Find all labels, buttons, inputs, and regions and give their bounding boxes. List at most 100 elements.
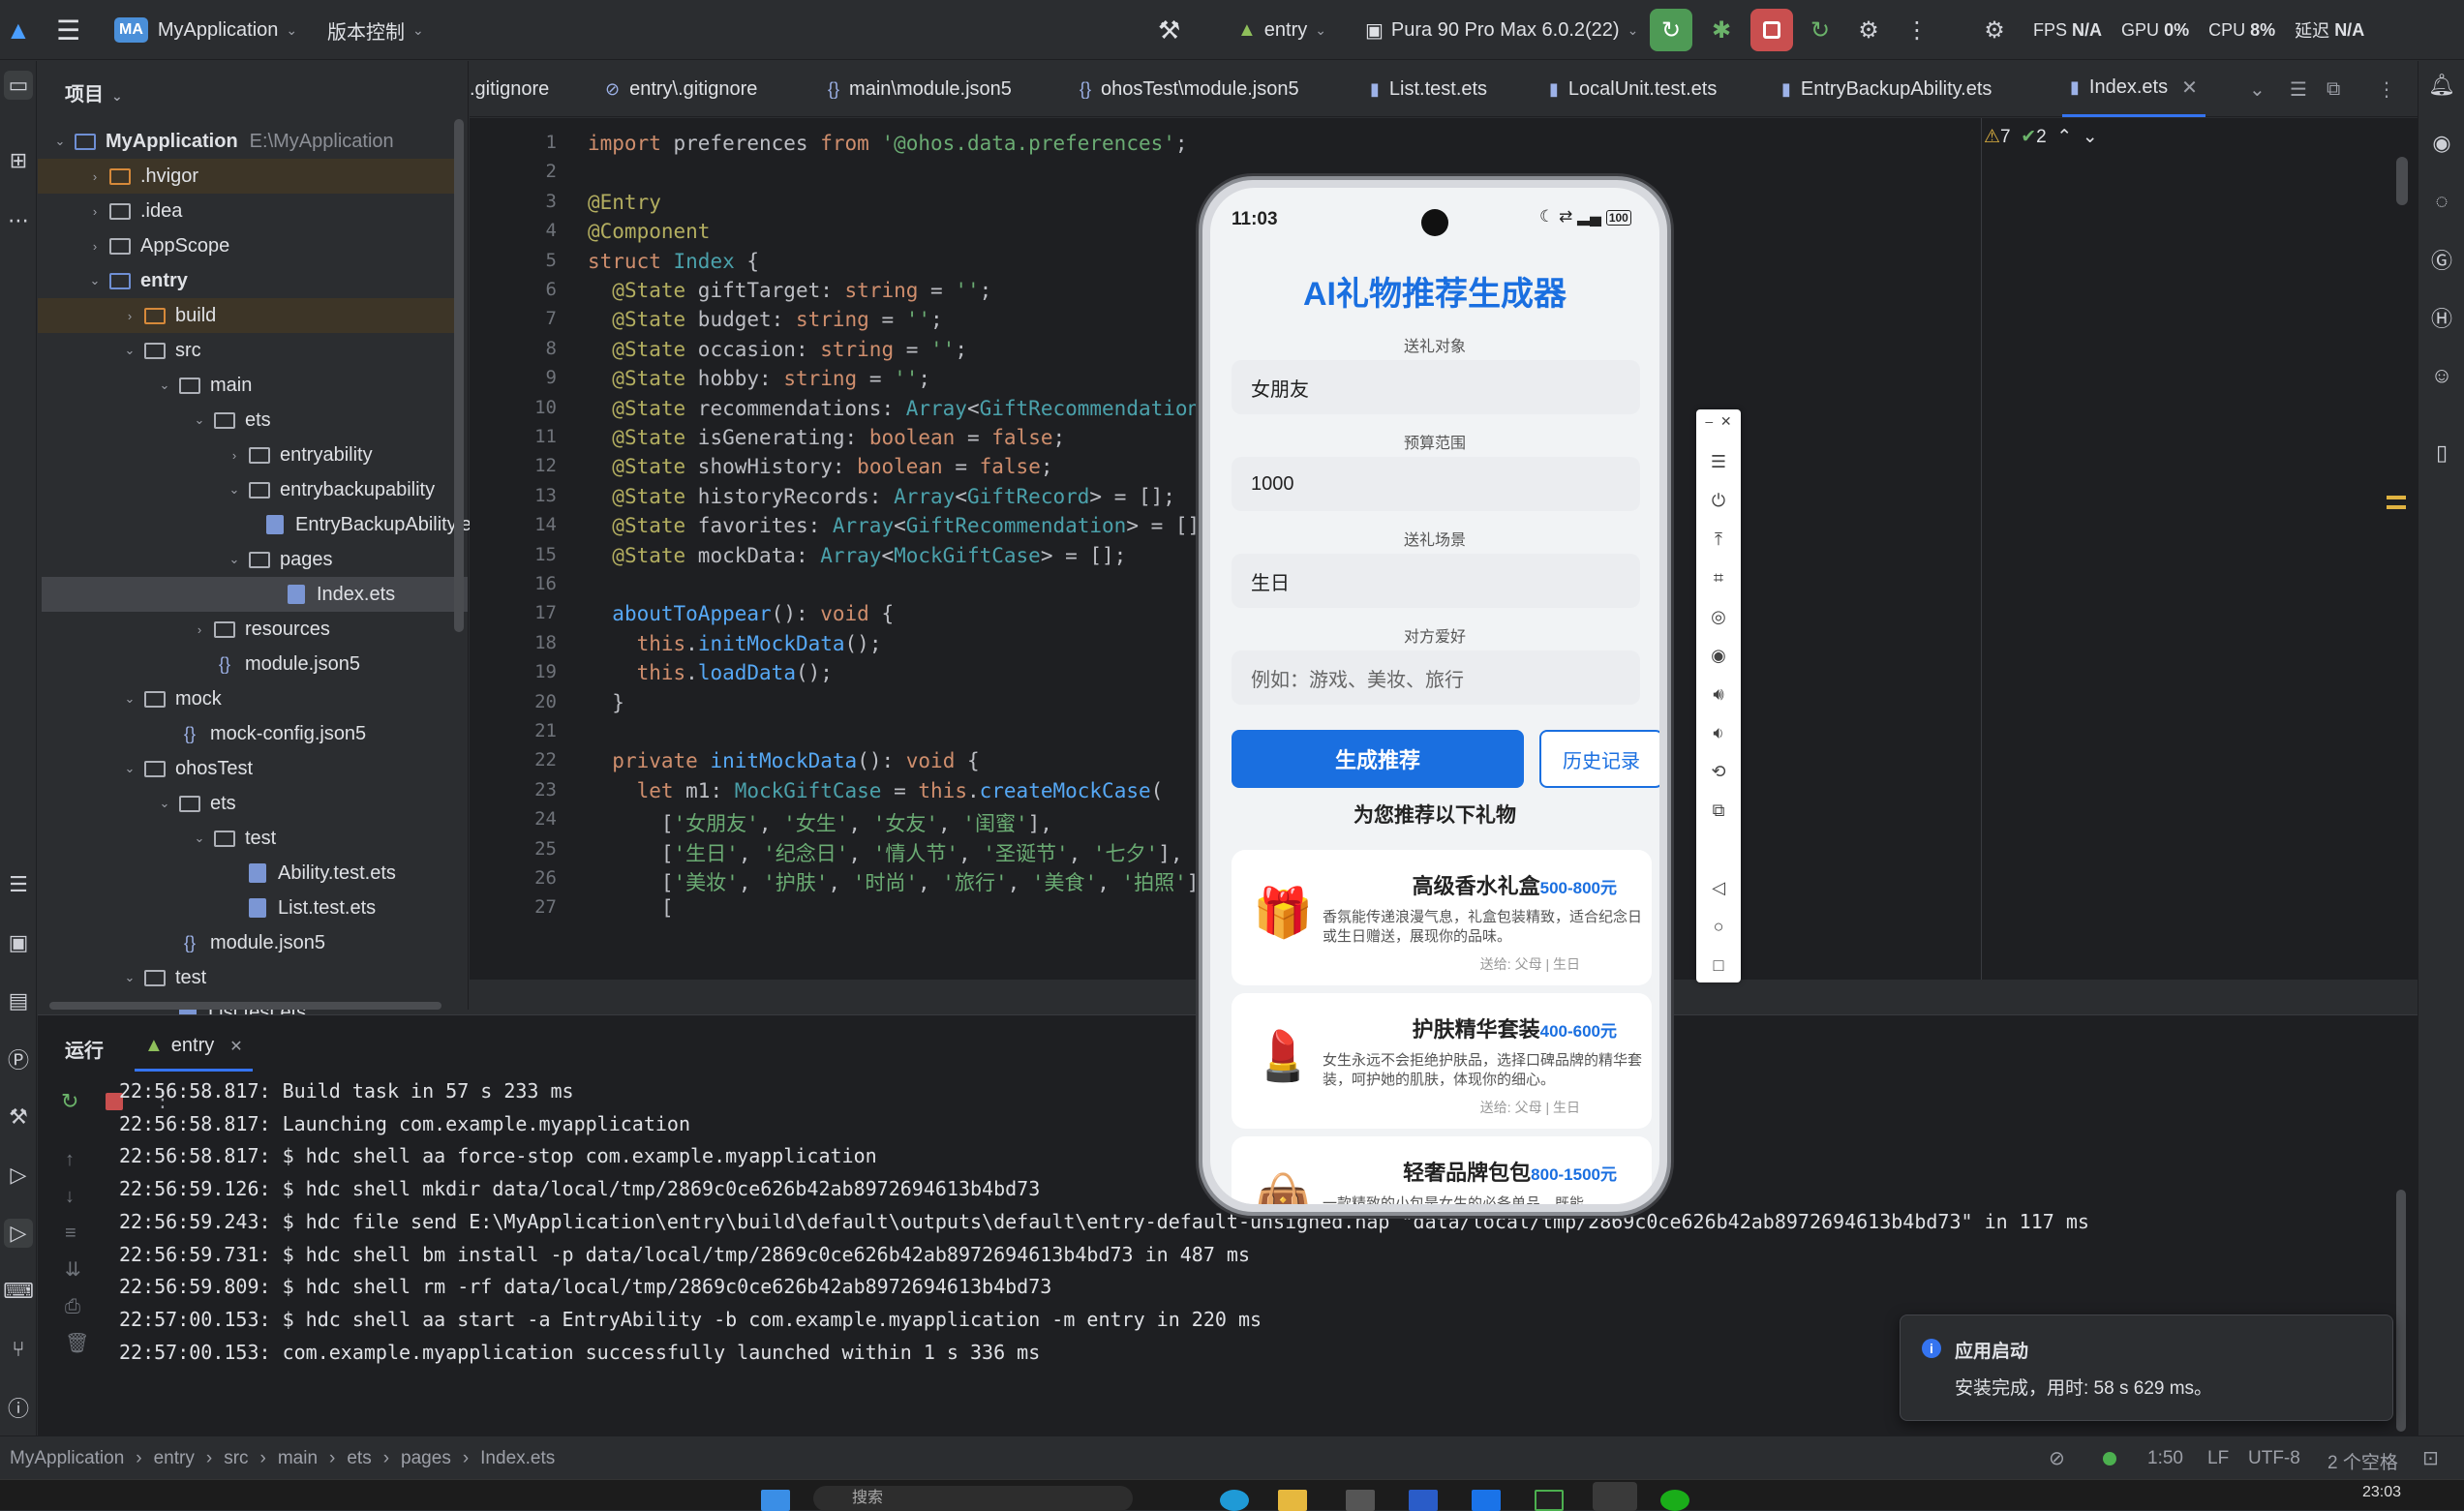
tree-item[interactable]: ⌄ test [38, 960, 464, 995]
table-tool-icon[interactable]: ▤ [4, 986, 33, 1015]
home-icon[interactable]: ○ [1696, 917, 1741, 937]
gift-card[interactable]: 🎁 高级香水礼盒500-800元 香氛能传递浪漫气息，礼盒包装精致，适合纪念日或生日… [1232, 850, 1652, 985]
tab-main-module[interactable]: {} main\module.json5 [828, 61, 1012, 117]
tree-item[interactable]: EntryBackupAbility.ets [38, 507, 487, 542]
taskbar-search[interactable]: 搜索 [813, 1486, 1133, 1511]
chevron-down-icon[interactable]: ⌄ [156, 796, 173, 811]
chevron-right-icon[interactable]: › [191, 622, 208, 637]
chevron-down-icon[interactable]: ⌄ [226, 482, 243, 498]
gradle-icon[interactable]: Ⓖ [2427, 245, 2456, 274]
project-switcher[interactable]: MA MyApplication ⌄ [114, 0, 297, 60]
chevron-down-icon[interactable]: ⌄ [156, 378, 173, 393]
structure-tool-icon[interactable]: ⊞ [4, 146, 33, 175]
tree-item[interactable]: ⌄ MyApplication E:\MyApplication [38, 124, 464, 159]
budget-input[interactable]: 1000 [1232, 457, 1640, 511]
recents-icon[interactable]: □ [1696, 955, 1741, 976]
breadcrumb-item[interactable]: MyApplication [10, 1448, 124, 1469]
settings-icon[interactable]: ⚙ [1973, 9, 2016, 51]
wechat-icon[interactable] [1660, 1490, 1689, 1511]
tab-gitignore[interactable]: .gitignore [470, 61, 549, 117]
readonly-icon[interactable]: ⊘ [2049, 1446, 2065, 1470]
tree-item[interactable]: › entryability [38, 438, 464, 472]
git-tool-icon[interactable]: ⑂ [4, 1335, 33, 1364]
tree-item[interactable]: ⌄ ets [38, 786, 464, 821]
device-selector[interactable]: ▣ Pura 90 Pro Max 6.0.2(22) ⌄ [1365, 0, 1638, 60]
rotate-icon[interactable]: ⟲ [1696, 762, 1741, 782]
phone-screen[interactable]: 11:03 ☾ ⇄ ▂▄ 100 AI礼物推荐生成器 送礼对象 女朋友 预算范围… [1210, 188, 1659, 1204]
chevron-right-icon[interactable]: › [121, 309, 138, 323]
tree-item[interactable]: ⌄ mock [38, 681, 464, 716]
caret-position[interactable]: 1:50 [2147, 1448, 2183, 1469]
run-tab-close-icon[interactable]: ✕ [229, 1037, 242, 1056]
volume-down-icon[interactable]: 🔉︎ [1696, 723, 1741, 743]
project-tool-icon[interactable]: ▭ [4, 71, 33, 100]
editor-scrollbar[interactable] [2396, 157, 2408, 205]
terminal-tool-icon[interactable]: ⌨ [3, 1277, 34, 1306]
chevron-right-icon[interactable]: › [86, 239, 104, 254]
breadcrumb-item[interactable]: Index.ets [480, 1448, 555, 1469]
emulator-window-controls[interactable]: – ✕ [1696, 413, 1741, 430]
services-tool-icon[interactable]: ▷ [4, 1161, 33, 1190]
rerun-button[interactable]: ↻ [1650, 9, 1692, 51]
soft-wrap-icon[interactable]: ≡ [65, 1215, 89, 1252]
deveco-taskbar-icon[interactable] [1472, 1490, 1501, 1511]
record-icon[interactable]: ◉ [1696, 646, 1741, 666]
hvigor-icon[interactable]: Ⓗ [2427, 303, 2456, 332]
app-icon[interactable] [1346, 1490, 1375, 1511]
run-tool-icon[interactable]: ▷ [4, 1219, 33, 1248]
editor-more-icon[interactable]: ⋮ [2377, 61, 2396, 117]
hobby-input[interactable]: 例如：游戏、美妆、旅行 [1232, 650, 1640, 705]
chevron-down-icon[interactable]: ⌄ [121, 761, 138, 776]
tree-item[interactable]: › build [38, 298, 464, 333]
chevron-down-icon[interactable]: ⌄ [191, 831, 208, 846]
more-actions-icon[interactable]: ⋮ [1896, 9, 1938, 51]
breadcrumb-item[interactable]: src [224, 1448, 248, 1469]
file-encoding[interactable]: UTF-8 [2248, 1448, 2300, 1469]
tree-item[interactable]: ⌄ ohosTest [38, 751, 464, 786]
warning-marker[interactable] [2387, 496, 2406, 509]
chevron-right-icon[interactable]: › [86, 204, 104, 219]
chevron-down-icon[interactable]: ⌄ [121, 691, 138, 707]
back-icon[interactable]: ◁ [1696, 878, 1741, 898]
line-ending[interactable]: LF [2207, 1448, 2229, 1469]
scroll-down-icon[interactable]: ↓ [65, 1178, 89, 1215]
start-icon[interactable] [761, 1490, 790, 1511]
terminal-taskbar-icon[interactable] [1535, 1490, 1564, 1511]
previewer-icon[interactable]: ◉ [2427, 129, 2456, 158]
tree-hscrollbar[interactable] [49, 1002, 441, 1010]
tab-list-test[interactable]: ▮ List.test.ets [1370, 61, 1487, 117]
chevron-right-icon[interactable]: › [226, 448, 243, 463]
tab-index[interactable]: ▮ Index.ets ✕ [2062, 61, 2205, 117]
tree-item[interactable]: › resources [38, 612, 464, 647]
tree-item[interactable]: Index.ets [42, 577, 468, 612]
hammer-icon[interactable]: ⚒ [1158, 0, 1180, 60]
project-panel-header[interactable]: 项目 ⌄ [65, 78, 123, 106]
top-icon[interactable]: ⤒ [1696, 529, 1741, 550]
generate-button[interactable]: 生成推荐 [1232, 730, 1524, 788]
chevron-down-icon[interactable]: ⌄ [191, 412, 208, 428]
browser-icon[interactable] [1220, 1490, 1249, 1511]
tab-ohostest-module[interactable]: {} ohosTest\module.json5 [1080, 61, 1299, 117]
active-app-icon[interactable] [1593, 1482, 1637, 1511]
clear-icon[interactable]: 🗑︎ [65, 1325, 89, 1362]
tab-entry-gitignore[interactable]: ⊘ entry\.gitignore [605, 61, 757, 117]
breadcrumb-item[interactable]: ets [347, 1448, 371, 1469]
breadcrumb-item[interactable]: entry [154, 1448, 195, 1469]
occasion-input[interactable]: 生日 [1232, 554, 1640, 608]
notifications-icon[interactable]: 🔔︎ [2427, 71, 2456, 100]
debug-icon[interactable]: ✱ [1700, 9, 1743, 51]
tree-item[interactable]: ⌄ src [38, 333, 464, 368]
chevron-down-icon[interactable]: ⌄ [121, 970, 138, 985]
breadcrumb-item[interactable]: pages [401, 1448, 451, 1469]
chevron-down-icon[interactable]: ⌄ [121, 343, 138, 358]
print-icon[interactable]: ⎙ [65, 1288, 89, 1325]
emulator-icon[interactable]: ▯ [2427, 438, 2456, 468]
scroll-end-icon[interactable]: ⇊ [65, 1252, 89, 1288]
target-input[interactable]: 女朋友 [1232, 360, 1640, 414]
tree-item[interactable]: {} module.json5 [38, 925, 464, 960]
stop-button[interactable] [1750, 9, 1793, 51]
tree-item[interactable]: Ability.test.ets [38, 856, 464, 891]
explorer-icon[interactable] [1278, 1490, 1307, 1511]
apply-changes-icon[interactable]: ↻ [1799, 9, 1841, 51]
rerun-icon[interactable]: ↻ [61, 1089, 78, 1114]
